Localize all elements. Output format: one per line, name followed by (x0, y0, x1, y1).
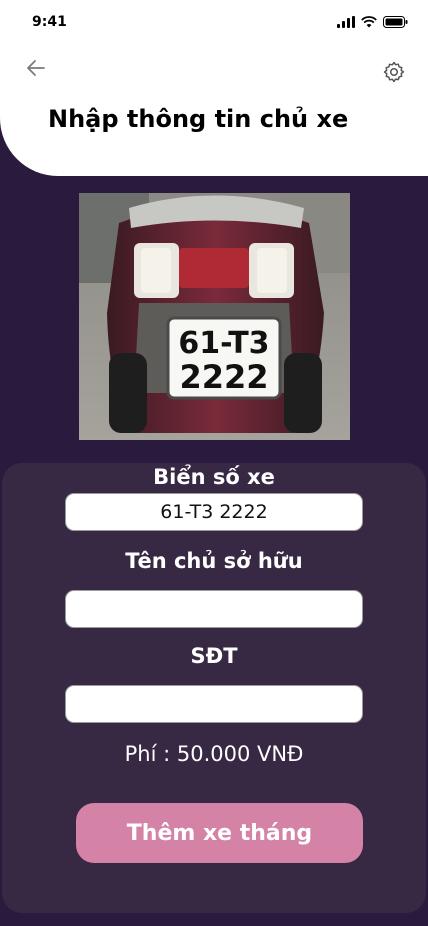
status-bar: 9:41 (0, 0, 428, 44)
phone-label: SĐT (190, 644, 238, 668)
page-title: Nhập thông tin chủ xe (48, 105, 349, 133)
phone-input[interactable] (65, 685, 363, 723)
signal-icon (337, 16, 355, 28)
battery-icon (383, 16, 408, 28)
owner-label: Tên chủ sở hữu (125, 549, 303, 573)
back-button[interactable] (24, 56, 48, 80)
plate-line-2: 2222 (179, 358, 268, 396)
add-monthly-vehicle-button[interactable]: Thêm xe tháng (76, 803, 363, 863)
plate-label: Biển số xe (153, 465, 275, 489)
settings-button[interactable] (382, 60, 406, 84)
owner-input[interactable] (65, 590, 363, 628)
plate-line-1: 61-T3 (178, 326, 269, 361)
gear-icon (383, 61, 405, 83)
status-time: 9:41 (32, 14, 67, 30)
plate-input[interactable] (65, 493, 363, 531)
fee-text: Phí : 50.000 VNĐ (124, 742, 304, 766)
status-icons (337, 16, 408, 28)
motorbike-image: 61-T3 2222 (79, 193, 350, 440)
arrow-left-icon (27, 60, 45, 76)
wifi-icon (361, 16, 377, 28)
header: 9:41 Nhập thông tin chủ xe (0, 0, 428, 176)
vehicle-photo: 61-T3 2222 (79, 193, 350, 440)
